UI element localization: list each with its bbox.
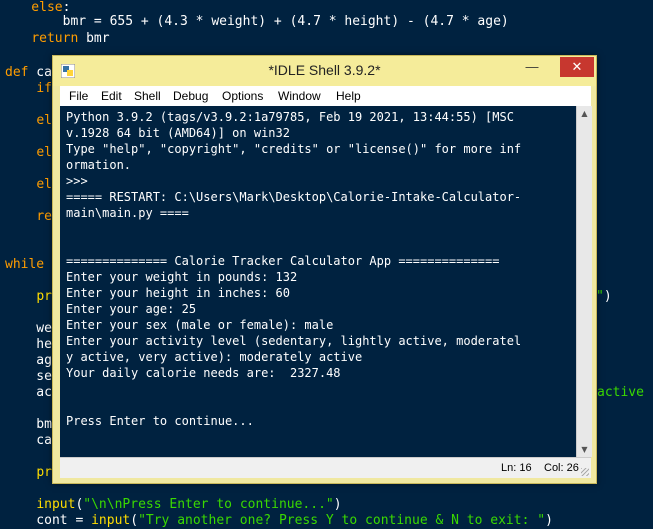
menu-help[interactable]: Help xyxy=(336,89,361,103)
code-line: ac xyxy=(5,385,52,400)
shell-line: y active, very active): moderately activ… xyxy=(66,350,363,364)
shell-line: main\main.py ==== xyxy=(66,206,189,220)
code-line: pr xyxy=(36,465,52,480)
code-fragment: ") xyxy=(596,289,612,304)
menu-bar: File Edit Shell Debug Options Window Hel… xyxy=(60,86,591,106)
close-button[interactable]: ✕ xyxy=(560,57,594,77)
shell-line: Enter your height in inches: 60 xyxy=(66,286,290,300)
menu-file[interactable]: File xyxy=(69,89,88,103)
shell-line: ormation. xyxy=(66,158,132,172)
shell-line: Enter your weight in pounds: 132 xyxy=(66,270,298,284)
column-number: Col: 26 xyxy=(544,462,579,474)
vertical-scrollbar[interactable]: ▲ ▼ xyxy=(576,106,592,457)
shell-line: ============== Calorie Tracker Calculato… xyxy=(66,254,500,268)
shell-output[interactable]: Python 3.9.2 (tags/v3.9.2:1a79785, Feb 1… xyxy=(60,106,576,457)
resize-grip-icon[interactable] xyxy=(581,468,589,476)
code-line: el xyxy=(36,113,52,128)
idle-shell-window[interactable]: *IDLE Shell 3.9.2* — □ ✕ File Edit Shell… xyxy=(52,55,597,484)
code-line: cont = input("Try another one? Press Y t… xyxy=(5,513,553,528)
code-line: def ca xyxy=(5,65,52,80)
code-line: while xyxy=(5,257,45,272)
code-line: bmr = 655 + (4.3 * weight) + (4.7 * heig… xyxy=(0,14,509,29)
code-line: pr xyxy=(36,289,52,304)
code-line: return bmr xyxy=(31,31,110,46)
code-line: ag xyxy=(5,353,52,368)
shell-line: Enter your activity level (sedentary, li… xyxy=(66,334,522,348)
status-bar: Ln: 16 Col: 26 xyxy=(60,457,591,478)
code-line: el xyxy=(36,145,52,160)
shell-prompt: >>> xyxy=(66,174,95,188)
shell-line: Python 3.9.2 (tags/v3.9.2:1a79785, Feb 1… xyxy=(66,110,514,124)
code-line: input("\n\nPress Enter to continue...") xyxy=(36,497,342,512)
scroll-up-icon[interactable]: ▲ xyxy=(577,106,592,121)
code-line: el xyxy=(36,177,52,192)
menu-options[interactable]: Options xyxy=(222,89,263,103)
shell-line: Press Enter to continue... xyxy=(66,414,254,428)
scroll-down-icon[interactable]: ▼ xyxy=(577,442,592,457)
menu-window[interactable]: Window xyxy=(278,89,321,103)
shell-line: Enter your sex (male or female): male xyxy=(66,318,334,332)
shell-line: v.1928 64 bit (AMD64)] on win32 xyxy=(66,126,290,140)
shell-line: ===== RESTART: C:\Users\Mark\Desktop\Cal… xyxy=(66,190,522,204)
code-line: if xyxy=(36,81,52,96)
code-line: bm xyxy=(5,417,52,432)
code-line: we xyxy=(5,321,52,336)
menu-shell[interactable]: Shell xyxy=(134,89,161,103)
code-line: se xyxy=(5,369,52,384)
window-title: *IDLE Shell 3.9.2* xyxy=(268,62,381,78)
shell-line: Your daily calorie needs are: 2327.48 xyxy=(66,366,341,380)
title-bar[interactable]: *IDLE Shell 3.9.2* — □ ✕ xyxy=(53,56,596,86)
shell-line: Type "help", "copyright", "credits" or "… xyxy=(66,142,522,156)
shell-line: Enter your age: 25 xyxy=(66,302,197,316)
code-line: ca xyxy=(5,433,52,448)
code-fragment: active xyxy=(597,385,644,400)
menu-edit[interactable]: Edit xyxy=(101,89,122,103)
menu-debug[interactable]: Debug xyxy=(173,89,208,103)
code-line: he xyxy=(5,337,52,352)
line-number: Ln: 16 xyxy=(501,462,532,474)
minimize-button[interactable]: — xyxy=(519,57,545,77)
code-line: re xyxy=(36,209,52,224)
